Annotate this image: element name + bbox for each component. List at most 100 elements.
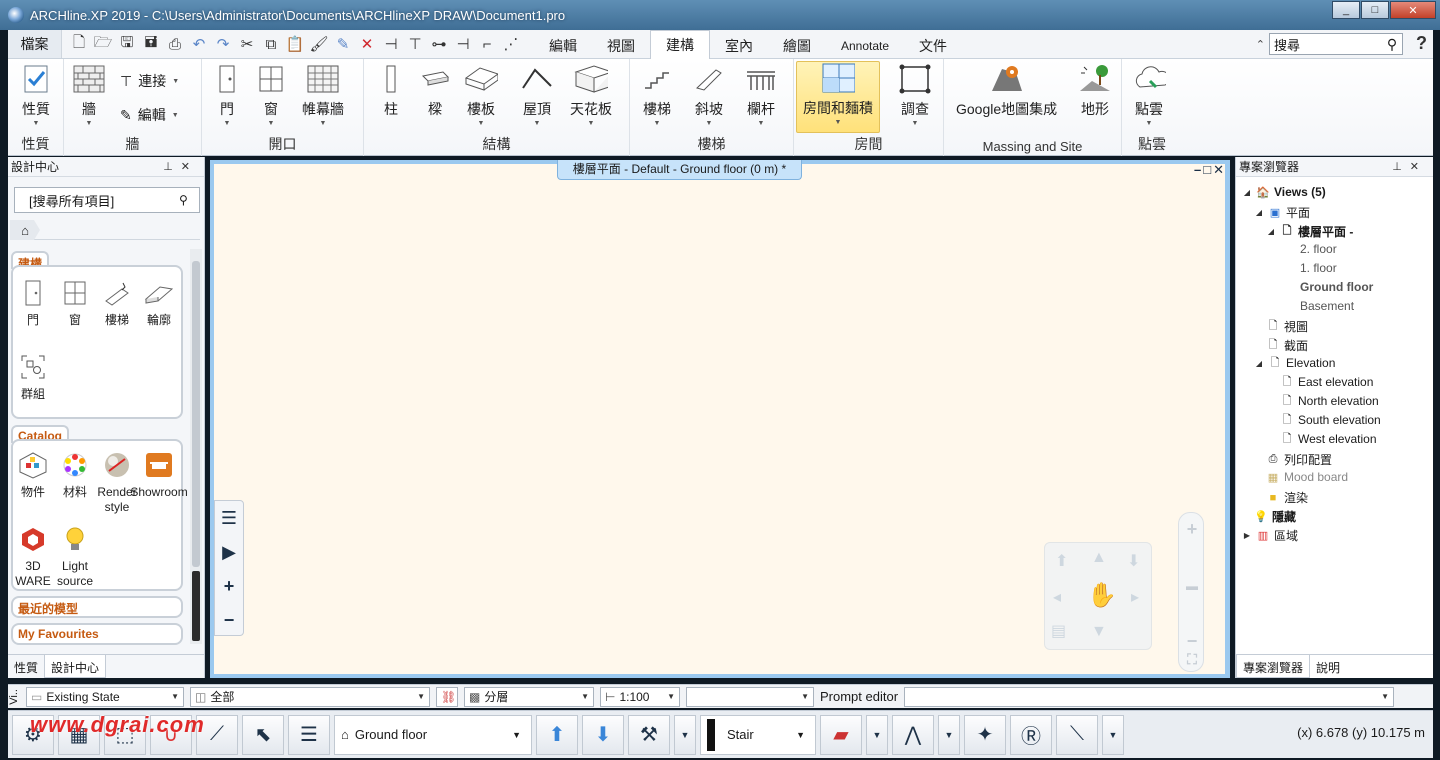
stair-button[interactable]: 樓梯 ▼ [640,63,674,127]
link-button[interactable]: ⛓ [436,686,458,707]
design-search-input[interactable]: [搜尋所有項目] ⚲ [14,187,200,213]
floor-select[interactable]: ⌂ Ground floor ▼ [334,714,532,755]
back-icon[interactable]: ▼ [1091,623,1107,641]
catalog-3d-ware[interactable]: 3D WARE [13,525,53,589]
layers-stack-icon[interactable]: ▰ [820,714,862,755]
tree-hidden[interactable]: 💡 隱藏 [1254,508,1296,525]
tree-plan[interactable]: ◢ ▣ 平面 [1254,204,1310,221]
tree-elevation[interactable]: ◢ 🗋 Elevation [1254,356,1335,370]
collapse-ribbon-icon[interactable]: ⌃ [1256,38,1265,51]
zoom-thumb[interactable]: ▬ [1179,579,1205,593]
list-view-icon[interactable]: ☰ [288,714,330,755]
redo-icon[interactable]: ↷ [212,33,234,55]
properties-button[interactable]: 性質 ▼ [19,63,53,127]
tab-help[interactable]: 說明 [1310,655,1346,678]
catalog-window[interactable]: 窗 [55,279,95,328]
zoom-plus-icon[interactable]: + [1179,519,1205,540]
open-folder-icon[interactable]: 🗁 [92,33,114,55]
catalog-showroom[interactable]: Showroom [130,451,188,500]
door-button[interactable]: 門 ▼ [210,63,244,127]
search-icon[interactable]: ⚲ [1382,36,1402,53]
snap-magic-icon[interactable]: ✦ [964,714,1006,755]
catalog-light-source[interactable]: Light source [55,525,95,589]
hammer-3d-icon[interactable]: ⚒ [628,714,670,755]
prompt-editor-input[interactable]: ▼ [904,686,1395,707]
maximize-button[interactable]: □ [1361,1,1389,19]
tree-views[interactable]: ◢ 🏠 Views (5) [1242,185,1326,199]
tree-floor-1[interactable]: 1. floor [1300,261,1337,275]
save-as-icon[interactable]: 🖬 [140,33,162,55]
minimize-button[interactable]: _ [1332,1,1360,19]
design-center-scrollbar[interactable] [190,249,202,644]
tab-design-center[interactable]: 設計中心 [44,655,107,678]
corner-icon[interactable]: ⌐ [476,33,498,55]
tree-section[interactable]: 🗋 截面 [1266,337,1308,354]
tree-basement[interactable]: Basement [1300,299,1354,313]
customize-icon[interactable]: ⋰ [500,33,522,55]
list-icon[interactable]: ☰ [215,501,243,535]
coordinate-r-icon[interactable]: Ⓡ [1010,714,1052,755]
tree-view[interactable]: 🗋 視圖 [1266,318,1308,335]
play-icon[interactable]: ▶ [215,535,243,569]
filter-select[interactable]: ◫ 全部 ▼ [190,686,430,707]
zoom-in-icon[interactable]: + [215,569,243,603]
home-icon[interactable]: ⌂ [10,220,40,240]
zoom-slider[interactable]: + ▬ − ⛶ [1178,512,1204,672]
catalog-materials[interactable]: 材料 [55,451,95,500]
app-logo-icon[interactable] [8,7,24,23]
offset-icon[interactable]: ⊤ [404,33,426,55]
north-arrow-icon[interactable]: ⋀ [892,714,934,755]
tab-view[interactable]: 視圖 [592,33,650,59]
brush-icon[interactable]: 🖌 [308,33,330,55]
section-my-favourites[interactable]: My Favourites [11,623,183,645]
catalog-stair[interactable]: 樓梯 [97,279,137,328]
wall-button[interactable]: 牆 ▼ [72,63,106,127]
file-menu[interactable]: 檔案 [8,30,62,58]
forward-icon[interactable]: ▲ [1091,549,1107,567]
connect-button[interactable]: ⊤ 連接 ▼ [120,71,179,91]
tree-zone[interactable]: ▶ ▥ 區域 [1242,527,1298,544]
line-snap-dropdown[interactable]: ▼ [1102,714,1124,755]
stair-type-select[interactable]: Stair ▼ [700,714,816,755]
tab-annotate[interactable]: Annotate [826,33,904,59]
curtain-wall-button[interactable]: 帷幕牆 ▼ [302,63,344,127]
right-icon[interactable]: ▸ [1131,587,1139,607]
pin-close-icons[interactable]: ⊥✕ [163,160,198,173]
search-icon[interactable]: ⚲ [179,193,199,207]
down-arrow-icon[interactable]: ⬇ [1127,551,1140,571]
window-button[interactable]: 窗 ▼ [254,63,288,127]
undo-icon[interactable]: ↶ [188,33,210,55]
pin-close-icons[interactable]: ⊥✕ [1392,160,1427,173]
state-select[interactable]: ▭ Existing State ▼ [26,686,184,707]
tree-render[interactable]: ■ 渲染 [1266,489,1308,506]
save-icon[interactable]: 🖫 [116,33,138,55]
pick-icon[interactable]: ✎ [332,33,354,55]
zoom-extents-icon[interactable]: ⛶ [1179,651,1205,668]
layer-select[interactable]: ▩ 分層 ▼ [464,686,594,707]
new-file-icon[interactable]: 🗋 [68,33,90,55]
beam-button[interactable]: 樑 [418,63,452,119]
point-cloud-button[interactable]: 點雲 ▼ [1132,63,1166,127]
tree-west-elevation[interactable]: 🗋 West elevation [1280,432,1377,446]
tab-interior[interactable]: 室內 [710,33,768,59]
tab-build[interactable]: 建構 [650,29,710,59]
tab-edit[interactable]: 編輯 [534,33,592,59]
edit-wall-button[interactable]: ✎ 編輯 ▼ [120,105,179,125]
roof-button[interactable]: 屋頂 ▼ [520,63,554,127]
ceiling-button[interactable]: 天花板 ▼ [570,63,612,127]
terrain-button[interactable]: 地形 [1078,63,1112,119]
catalog-profile[interactable]: 輪廓 [139,279,179,328]
tree-mood-board[interactable]: ▦ Mood board [1266,470,1348,484]
room-area-button[interactable]: 房間和麵積 ▼ [796,61,880,133]
slab-button[interactable]: 樓板 ▼ [464,63,498,127]
extend-icon[interactable]: ⊣ [452,33,474,55]
north-dropdown[interactable]: ▼ [938,714,960,755]
select-cursor-icon[interactable]: ⬉ [242,714,284,755]
google-maps-button[interactable]: Google地圖集成 [956,63,1057,119]
tree-floor-2[interactable]: 2. floor [1300,242,1337,256]
navigation-pad[interactable]: ⬆ ▲ ⬇ ◂ ✋ ▸ ▤ ▼ [1044,542,1152,650]
help-icon[interactable]: ? [1416,33,1427,54]
up-arrow-icon[interactable]: ⬆ [1055,551,1068,571]
left-icon[interactable]: ◂ [1053,587,1061,607]
catalog-render-style[interactable]: Render style [97,451,137,515]
